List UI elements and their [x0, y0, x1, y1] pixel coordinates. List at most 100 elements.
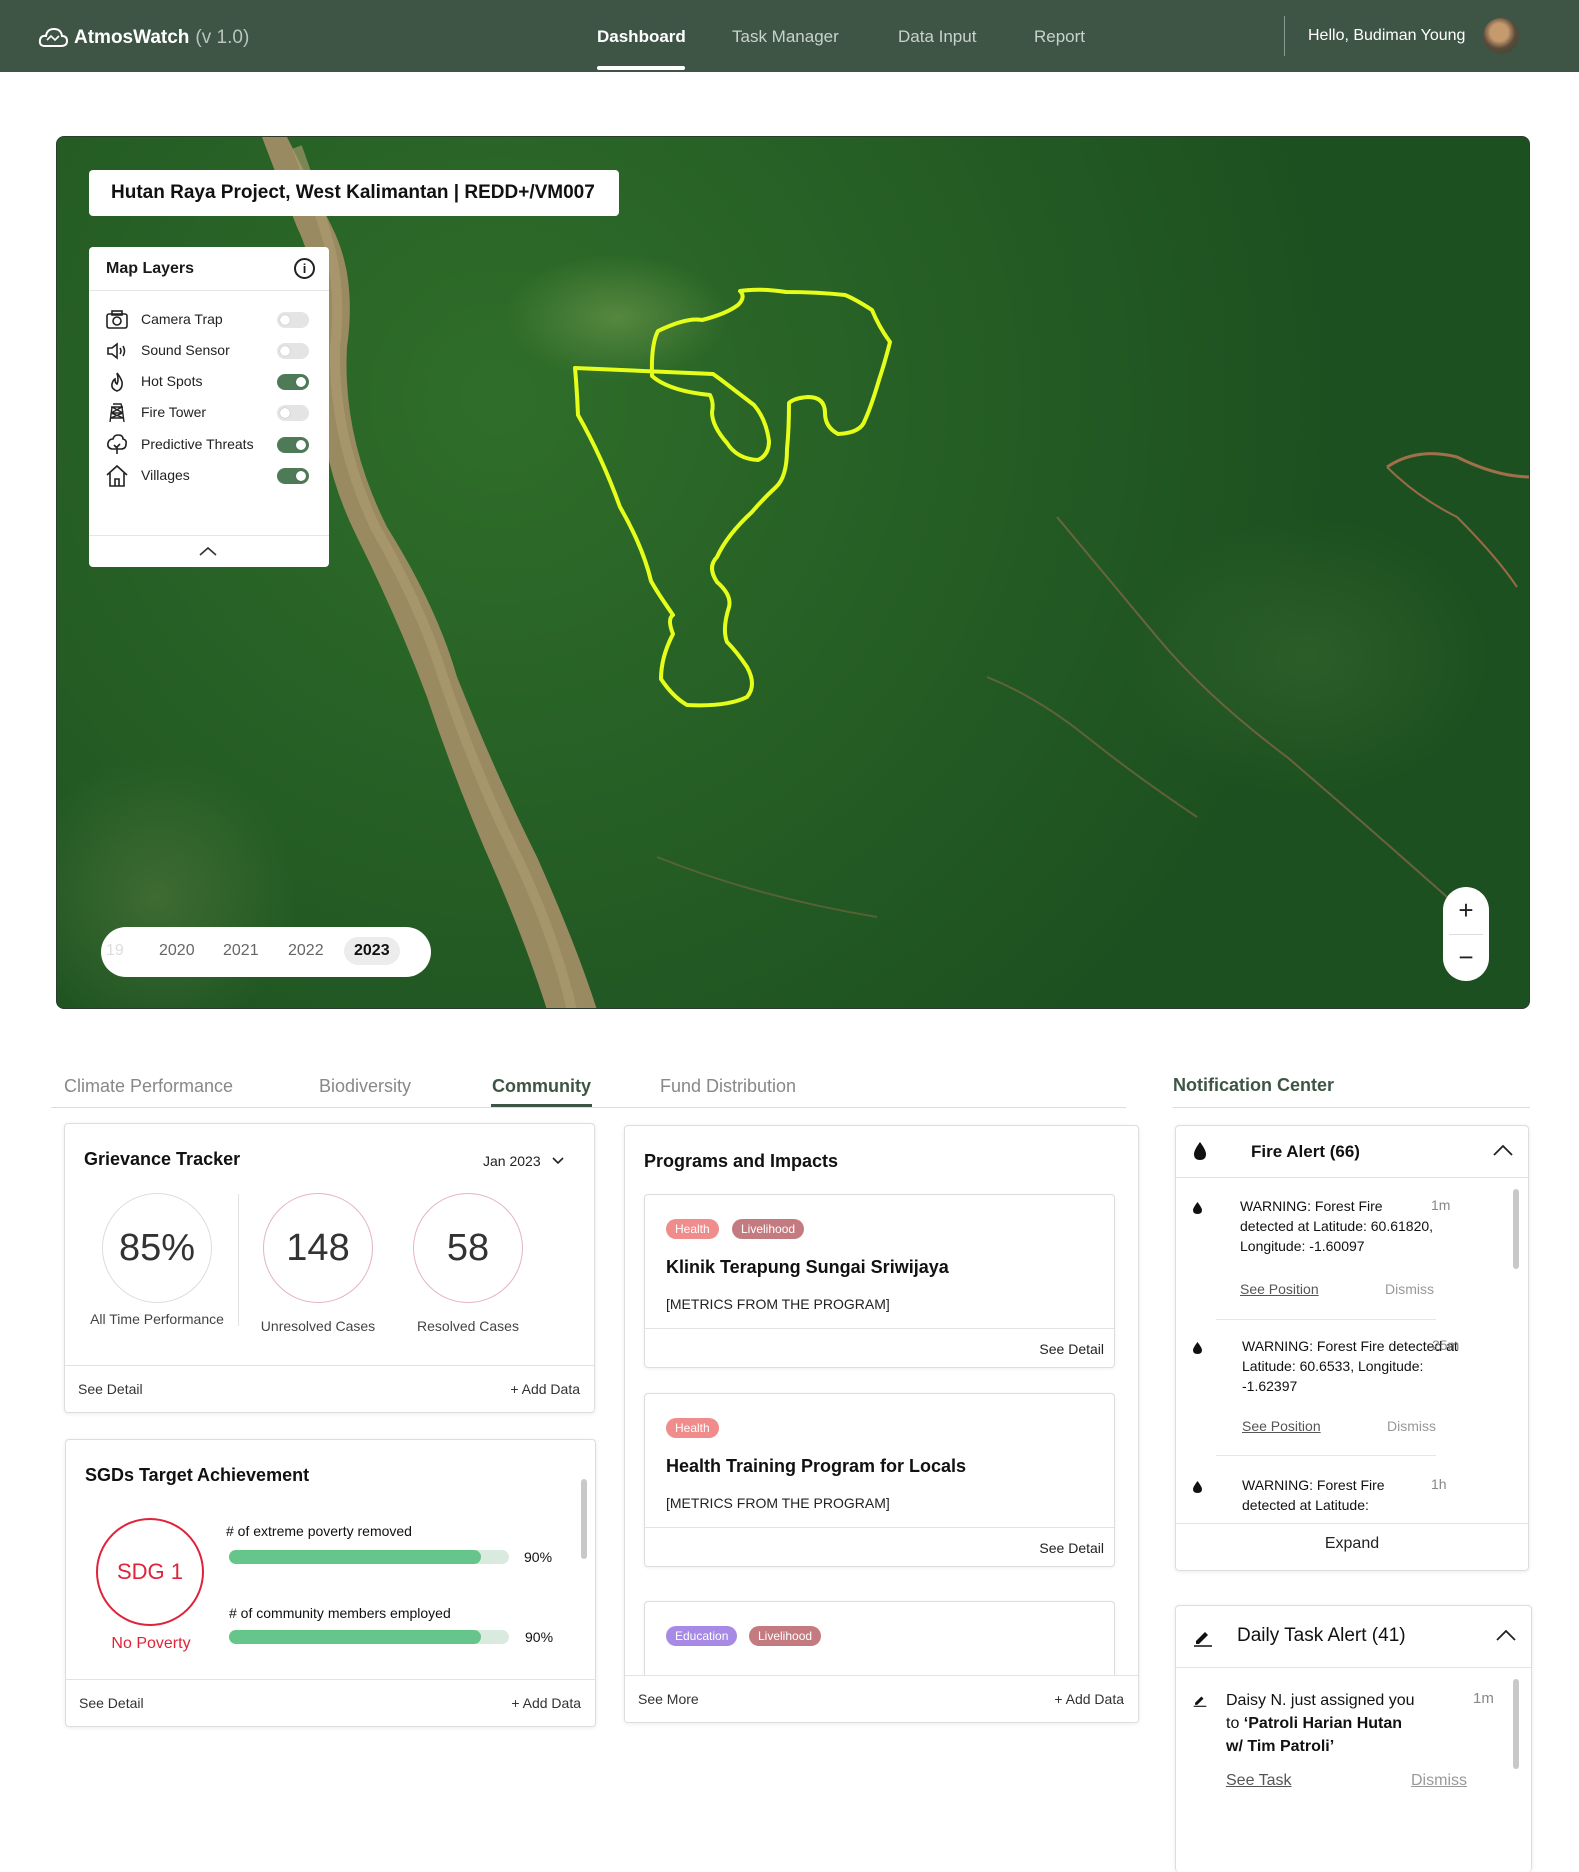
cloud-logo-icon: [38, 27, 68, 47]
fire-alert-card: Fire Alert (66) WARNING: Forest Fire det…: [1175, 1125, 1529, 1571]
see-more-link[interactable]: See More: [638, 1691, 699, 1707]
tower-icon: [109, 403, 125, 423]
map-layers-title: Map Layers: [106, 260, 195, 277]
year-option[interactable]: 2020: [159, 942, 195, 960]
layers-collapse-bar[interactable]: [89, 535, 329, 567]
see-detail-link[interactable]: See Detail: [1039, 1341, 1104, 1357]
layer-sound-sensor: Sound Sensor: [89, 335, 329, 365]
expand-button[interactable]: Expand: [1176, 1523, 1528, 1570]
villages-toggle[interactable]: [277, 468, 309, 484]
task-name: ‘Patroli Harian Hutan w/ Tim Patroli’: [1226, 1715, 1403, 1755]
year-option[interactable]: 2021: [223, 942, 259, 960]
camera-icon: [106, 310, 128, 329]
nav-report[interactable]: Report: [1034, 27, 1085, 47]
fire-tower-toggle[interactable]: [277, 405, 309, 421]
tab-community[interactable]: Community: [492, 1076, 591, 1097]
sdg-scrollbar[interactable]: [581, 1479, 587, 1559]
see-position-link[interactable]: See Position: [1242, 1418, 1321, 1434]
tab-active-indicator: [491, 1104, 592, 1107]
tag-health: Health: [666, 1418, 719, 1438]
fire-alert-item: WARNING: Forest Fire detected at Latitud…: [1176, 1336, 1516, 1446]
resolved-circle: 58: [413, 1193, 523, 1303]
dismiss-button[interactable]: Dismiss: [1385, 1281, 1434, 1297]
sdg-title: SGDs Target Achievement: [85, 1465, 310, 1485]
zoom-control: + −: [1443, 887, 1489, 981]
programs-title: Programs and Impacts: [644, 1151, 839, 1171]
period-selector[interactable]: Jan 2023: [483, 1153, 565, 1169]
tree-icon: [107, 434, 127, 454]
see-detail-link[interactable]: See Detail: [79, 1695, 144, 1711]
program-footer: See Detail: [645, 1527, 1114, 1567]
speaker-icon: [107, 342, 126, 360]
zoom-out-button[interactable]: −: [1443, 934, 1489, 980]
user-avatar[interactable]: [1483, 18, 1519, 54]
dismiss-button[interactable]: Dismiss: [1411, 1772, 1467, 1790]
nav-dashboard[interactable]: Dashboard: [597, 27, 686, 47]
alert-divider: [1216, 1455, 1436, 1456]
task-alert-message: Daisy N. just assigned you to ‘Patroli H…: [1226, 1689, 1416, 1758]
program-item[interactable]: Education Livelihood: [644, 1601, 1115, 1681]
alert-time: 1m: [1473, 1690, 1494, 1707]
fire-alert-item: WARNING: Forest Fire detected at Latitud…: [1176, 1475, 1516, 1519]
add-data-button[interactable]: + Add Data: [511, 1695, 581, 1711]
satellite-map[interactable]: Hutan Raya Project, West Kalimantan | RE…: [56, 136, 1530, 1009]
layer-label: Villages: [141, 467, 190, 483]
task-alert-scrollbar[interactable]: [1513, 1679, 1519, 1769]
see-position-link[interactable]: See Position: [1240, 1281, 1319, 1297]
tab-fund-distribution[interactable]: Fund Distribution: [660, 1076, 796, 1097]
sdg-badge: SDG 1: [96, 1518, 204, 1626]
tab-biodiversity[interactable]: Biodiversity: [319, 1076, 411, 1097]
fire-alert-list: WARNING: Forest Fire detected at Latitud…: [1176, 1179, 1528, 1519]
daily-task-alert-card: Daily Task Alert (41) Daisy N. just assi…: [1175, 1605, 1532, 1872]
add-data-button[interactable]: + Add Data: [1054, 1691, 1124, 1707]
nav-task-manager[interactable]: Task Manager: [732, 27, 839, 47]
tag-health: Health: [666, 1219, 719, 1239]
grievance-title: Grievance Tracker: [84, 1149, 241, 1169]
add-data-button[interactable]: + Add Data: [510, 1381, 580, 1397]
fire-alert-item: WARNING: Forest Fire detected at Latitud…: [1176, 1196, 1516, 1306]
info-icon[interactable]: i: [294, 258, 315, 279]
see-detail-link[interactable]: See Detail: [78, 1381, 143, 1397]
task-alert-header[interactable]: Daily Task Alert (41): [1176, 1606, 1531, 1668]
layer-label: Hot Spots: [141, 373, 203, 389]
app-name: AtmosWatch: [74, 27, 190, 48]
task-alert-title: Daily Task Alert (41): [1237, 1625, 1406, 1646]
program-metrics: [METRICS FROM THE PROGRAM]: [666, 1495, 890, 1511]
see-task-link[interactable]: See Task: [1226, 1772, 1292, 1790]
chevron-up-icon[interactable]: [198, 545, 218, 557]
pencil-icon: [1194, 1632, 1212, 1647]
camera-trap-toggle[interactable]: [277, 312, 309, 328]
year-option[interactable]: 2022: [288, 942, 324, 960]
nav-data-input[interactable]: Data Input: [898, 27, 976, 47]
program-title: Health Training Program for Locals: [666, 1456, 967, 1476]
chevron-down-icon: [551, 1157, 564, 1165]
year-timeline: 19 2020 2021 2022 2023: [101, 927, 431, 977]
hot-spots-toggle[interactable]: [277, 374, 309, 390]
sound-sensor-toggle[interactable]: [277, 343, 309, 359]
chevron-up-icon[interactable]: [1495, 1628, 1517, 1642]
metric-label: # of extreme poverty removed: [226, 1523, 412, 1539]
tab-climate-performance[interactable]: Climate Performance: [64, 1076, 233, 1097]
notification-center-title: Notification Center: [1173, 1075, 1335, 1095]
fire-alert-scrollbar[interactable]: [1513, 1189, 1519, 1269]
year-option-selected[interactable]: 2023: [344, 937, 400, 965]
metric-percent: 90%: [525, 1629, 554, 1645]
chevron-up-icon[interactable]: [1492, 1143, 1514, 1157]
alert-message: WARNING: Forest Fire detected at Latitud…: [1242, 1477, 1385, 1513]
dismiss-button[interactable]: Dismiss: [1387, 1418, 1436, 1434]
metric-progress-bar: [229, 1630, 509, 1644]
program-item[interactable]: Health Health Training Program for Local…: [644, 1393, 1115, 1567]
program-item[interactable]: Health Livelihood Klinik Terapung Sungai…: [644, 1194, 1115, 1368]
predictive-threats-toggle[interactable]: [277, 437, 309, 453]
period-value: Jan 2023: [483, 1153, 541, 1169]
zoom-in-button[interactable]: +: [1443, 887, 1489, 933]
year-option[interactable]: 19: [106, 942, 124, 960]
layer-label: Sound Sensor: [141, 342, 230, 358]
fire-alert-header[interactable]: Fire Alert (66): [1176, 1126, 1528, 1178]
layer-label: Camera Trap: [141, 311, 223, 327]
nav-active-indicator: [597, 66, 685, 70]
alert-message: WARNING: Forest Fire detected at Latitud…: [1242, 1338, 1458, 1394]
programs-impacts-card: Programs and Impacts Health Livelihood K…: [624, 1125, 1139, 1723]
see-detail-link[interactable]: See Detail: [1039, 1540, 1104, 1556]
app-brand[interactable]: AtmosWatch (v 1.0): [38, 24, 249, 52]
